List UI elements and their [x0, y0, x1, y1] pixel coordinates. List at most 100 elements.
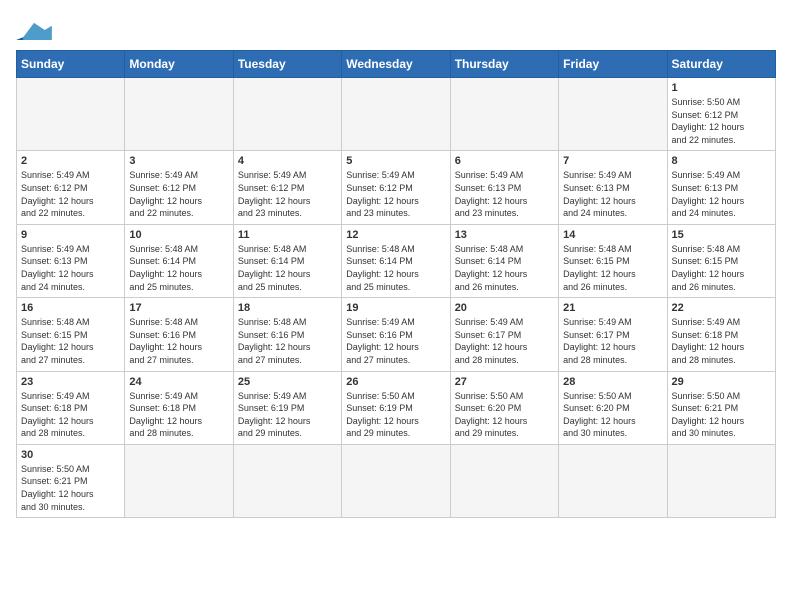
day-info: Sunrise: 5:49 AM Sunset: 6:13 PM Dayligh… — [21, 243, 120, 293]
weekday-header-saturday: Saturday — [667, 51, 775, 78]
day-number: 25 — [238, 376, 337, 388]
day-info: Sunrise: 5:49 AM Sunset: 6:17 PM Dayligh… — [455, 316, 554, 366]
calendar-day-cell: 15Sunrise: 5:48 AM Sunset: 6:15 PM Dayli… — [667, 224, 775, 297]
calendar-empty-cell — [559, 78, 667, 151]
day-number: 20 — [455, 302, 554, 314]
day-info: Sunrise: 5:49 AM Sunset: 6:13 PM Dayligh… — [563, 169, 662, 219]
calendar-day-cell: 2 Sunrise: 5:49 AM Sunset: 6:12 PM Daylig… — [17, 151, 125, 224]
day-number: 4 — [238, 155, 337, 167]
calendar-day-cell: 28Sunrise: 5:50 AM Sunset: 6:20 PM Dayli… — [559, 371, 667, 444]
weekday-header-thursday: Thursday — [450, 51, 558, 78]
day-info: Sunrise: 5:48 AM Sunset: 6:14 PM Dayligh… — [346, 243, 445, 293]
calendar-day-cell: 21Sunrise: 5:49 AM Sunset: 6:17 PM Dayli… — [559, 298, 667, 371]
weekday-header-friday: Friday — [559, 51, 667, 78]
day-number: 3 — [129, 155, 228, 167]
day-number: 15 — [672, 229, 771, 241]
calendar-empty-cell — [17, 78, 125, 151]
day-info: Sunrise: 5:49 AM Sunset: 6:12 PM Dayligh… — [21, 169, 120, 219]
day-info: Sunrise: 5:49 AM Sunset: 6:12 PM Dayligh… — [238, 169, 337, 219]
calendar-day-cell: 9 Sunrise: 5:49 AM Sunset: 6:13 PM Daylig… — [17, 224, 125, 297]
logo-icon — [16, 20, 52, 40]
day-info: Sunrise: 5:49 AM Sunset: 6:17 PM Dayligh… — [563, 316, 662, 366]
calendar-day-cell: 29 Sunrise: 5:50 AM Sunset: 6:21 PM Dayli… — [667, 371, 775, 444]
day-number: 11 — [238, 229, 337, 241]
calendar-empty-cell — [342, 78, 450, 151]
day-number: 22 — [672, 302, 771, 314]
calendar-day-cell: 19 Sunrise: 5:49 AM Sunset: 6:16 PM Dayli… — [342, 298, 450, 371]
day-info: Sunrise: 5:50 AM Sunset: 6:20 PM Dayligh… — [455, 390, 554, 440]
calendar-day-cell: 14Sunrise: 5:48 AM Sunset: 6:15 PM Dayli… — [559, 224, 667, 297]
calendar-day-cell: 18 Sunrise: 5:48 AM Sunset: 6:16 PM Dayli… — [233, 298, 341, 371]
day-number: 28 — [563, 376, 662, 388]
calendar: SundayMondayTuesdayWednesdayThursdayFrid… — [16, 50, 776, 518]
day-info: Sunrise: 5:48 AM Sunset: 6:14 PM Dayligh… — [129, 243, 228, 293]
calendar-day-cell: 11 Sunrise: 5:48 AM Sunset: 6:14 PM Dayli… — [233, 224, 341, 297]
day-info: Sunrise: 5:49 AM Sunset: 6:12 PM Dayligh… — [129, 169, 228, 219]
day-number: 27 — [455, 376, 554, 388]
day-info: Sunrise: 5:49 AM Sunset: 6:18 PM Dayligh… — [129, 390, 228, 440]
calendar-empty-cell — [233, 78, 341, 151]
day-info: Sunrise: 5:48 AM Sunset: 6:16 PM Dayligh… — [129, 316, 228, 366]
calendar-day-cell: 20 Sunrise: 5:49 AM Sunset: 6:17 PM Dayli… — [450, 298, 558, 371]
day-number: 29 — [672, 376, 771, 388]
day-info: Sunrise: 5:49 AM Sunset: 6:16 PM Dayligh… — [346, 316, 445, 366]
calendar-day-cell: 16 Sunrise: 5:48 AM Sunset: 6:15 PM Dayli… — [17, 298, 125, 371]
day-info: Sunrise: 5:49 AM Sunset: 6:13 PM Dayligh… — [672, 169, 771, 219]
day-number: 6 — [455, 155, 554, 167]
day-number: 9 — [21, 229, 120, 241]
day-number: 1 — [672, 82, 771, 94]
day-info: Sunrise: 5:50 AM Sunset: 6:21 PM Dayligh… — [672, 390, 771, 440]
calendar-week-row: 9 Sunrise: 5:49 AM Sunset: 6:13 PM Daylig… — [17, 224, 776, 297]
calendar-empty-cell — [450, 78, 558, 151]
calendar-day-cell: 7 Sunrise: 5:49 AM Sunset: 6:13 PM Daylig… — [559, 151, 667, 224]
weekday-header-monday: Monday — [125, 51, 233, 78]
calendar-day-cell: 22Sunrise: 5:49 AM Sunset: 6:18 PM Dayli… — [667, 298, 775, 371]
calendar-empty-cell — [125, 78, 233, 151]
day-info: Sunrise: 5:49 AM Sunset: 6:13 PM Dayligh… — [455, 169, 554, 219]
calendar-day-cell: 13 Sunrise: 5:48 AM Sunset: 6:14 PM Dayli… — [450, 224, 558, 297]
day-number: 23 — [21, 376, 120, 388]
day-number: 2 — [21, 155, 120, 167]
day-number: 26 — [346, 376, 445, 388]
day-info: Sunrise: 5:50 AM Sunset: 6:12 PM Dayligh… — [672, 96, 771, 146]
calendar-day-cell: 10 Sunrise: 5:48 AM Sunset: 6:14 PM Dayli… — [125, 224, 233, 297]
calendar-week-row: 1 Sunrise: 5:50 AM Sunset: 6:12 PM Daylig… — [17, 78, 776, 151]
day-number: 12 — [346, 229, 445, 241]
day-info: Sunrise: 5:49 AM Sunset: 6:18 PM Dayligh… — [21, 390, 120, 440]
day-number: 18 — [238, 302, 337, 314]
day-number: 17 — [129, 302, 228, 314]
calendar-day-cell: 23 Sunrise: 5:49 AM Sunset: 6:18 PM Dayli… — [17, 371, 125, 444]
calendar-empty-cell — [233, 444, 341, 517]
calendar-day-cell: 26 Sunrise: 5:50 AM Sunset: 6:19 PM Dayli… — [342, 371, 450, 444]
day-info: Sunrise: 5:48 AM Sunset: 6:15 PM Dayligh… — [21, 316, 120, 366]
day-info: Sunrise: 5:50 AM Sunset: 6:19 PM Dayligh… — [346, 390, 445, 440]
logo — [16, 20, 52, 42]
day-number: 13 — [455, 229, 554, 241]
calendar-day-cell: 1 Sunrise: 5:50 AM Sunset: 6:12 PM Daylig… — [667, 78, 775, 151]
day-number: 19 — [346, 302, 445, 314]
header — [16, 16, 776, 42]
day-number: 24 — [129, 376, 228, 388]
calendar-day-cell: 6 Sunrise: 5:49 AM Sunset: 6:13 PM Daylig… — [450, 151, 558, 224]
day-number: 14 — [563, 229, 662, 241]
calendar-day-cell: 5Sunrise: 5:49 AM Sunset: 6:12 PM Daylig… — [342, 151, 450, 224]
weekday-header-sunday: Sunday — [17, 51, 125, 78]
calendar-empty-cell — [450, 444, 558, 517]
calendar-day-cell: 3 Sunrise: 5:49 AM Sunset: 6:12 PM Daylig… — [125, 151, 233, 224]
day-info: Sunrise: 5:48 AM Sunset: 6:14 PM Dayligh… — [455, 243, 554, 293]
day-number: 5 — [346, 155, 445, 167]
calendar-day-cell: 8Sunrise: 5:49 AM Sunset: 6:13 PM Daylig… — [667, 151, 775, 224]
calendar-day-cell: 30Sunrise: 5:50 AM Sunset: 6:21 PM Dayli… — [17, 444, 125, 517]
day-info: Sunrise: 5:48 AM Sunset: 6:14 PM Dayligh… — [238, 243, 337, 293]
calendar-week-row: 2 Sunrise: 5:49 AM Sunset: 6:12 PM Daylig… — [17, 151, 776, 224]
calendar-week-row: 30Sunrise: 5:50 AM Sunset: 6:21 PM Dayli… — [17, 444, 776, 517]
calendar-day-cell: 27 Sunrise: 5:50 AM Sunset: 6:20 PM Dayli… — [450, 371, 558, 444]
day-number: 7 — [563, 155, 662, 167]
day-number: 10 — [129, 229, 228, 241]
day-number: 16 — [21, 302, 120, 314]
day-info: Sunrise: 5:49 AM Sunset: 6:19 PM Dayligh… — [238, 390, 337, 440]
calendar-day-cell: 24 Sunrise: 5:49 AM Sunset: 6:18 PM Dayli… — [125, 371, 233, 444]
calendar-day-cell: 25 Sunrise: 5:49 AM Sunset: 6:19 PM Dayli… — [233, 371, 341, 444]
day-info: Sunrise: 5:48 AM Sunset: 6:16 PM Dayligh… — [238, 316, 337, 366]
calendar-day-cell: 4 Sunrise: 5:49 AM Sunset: 6:12 PM Daylig… — [233, 151, 341, 224]
